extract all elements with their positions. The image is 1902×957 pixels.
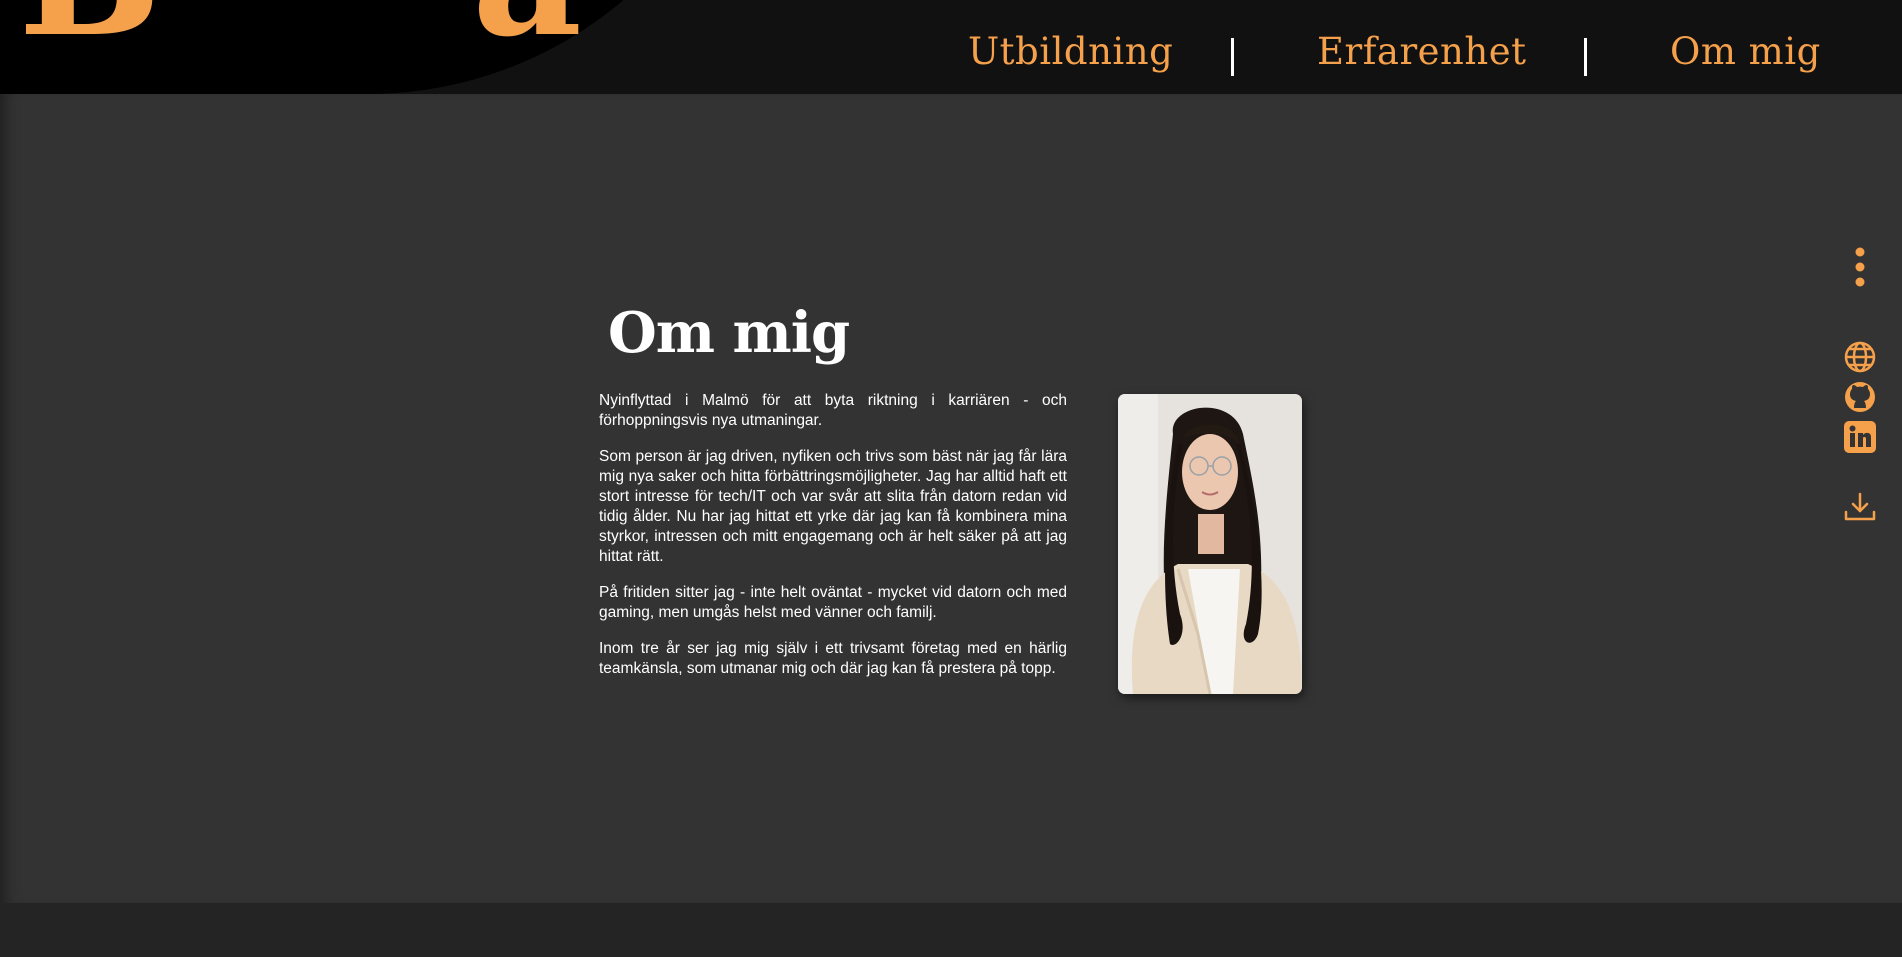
nav-separator [1231,38,1234,76]
profile-photo [1118,394,1302,694]
site-header: B a Utbildning Erfarenhet Om mig [0,0,1902,94]
download-icon[interactable] [1840,490,1880,524]
globe-icon[interactable] [1840,340,1880,374]
linkedin-icon[interactable] [1840,420,1880,454]
about-text: Nyinflyttad i Malmö för att byta riktnin… [599,391,1067,695]
about-paragraph: Som person är jag driven, nyfiken och tr… [599,448,1067,565]
logo-letter-2[interactable]: a [472,0,582,60]
logo-letter-1[interactable]: B [18,0,162,60]
nav-link-utbildning[interactable]: Utbildning [968,30,1173,73]
nav-link-om-mig[interactable]: Om mig [1670,30,1821,73]
more-vertical-icon[interactable] [1840,246,1880,290]
nav-separator [1584,38,1587,76]
about-paragraph: På fritiden sitter jag - inte helt ovänt… [599,584,1067,621]
about-paragraph: Nyinflyttad i Malmö för att byta riktnin… [599,392,1067,429]
site-footer [0,903,1902,957]
github-icon[interactable] [1840,380,1880,414]
page-title: Om mig [608,300,850,366]
about-paragraph: Inom tre år ser jag mig själv i ett triv… [599,640,1067,677]
nav-link-erfarenhet[interactable]: Erfarenhet [1317,30,1526,73]
